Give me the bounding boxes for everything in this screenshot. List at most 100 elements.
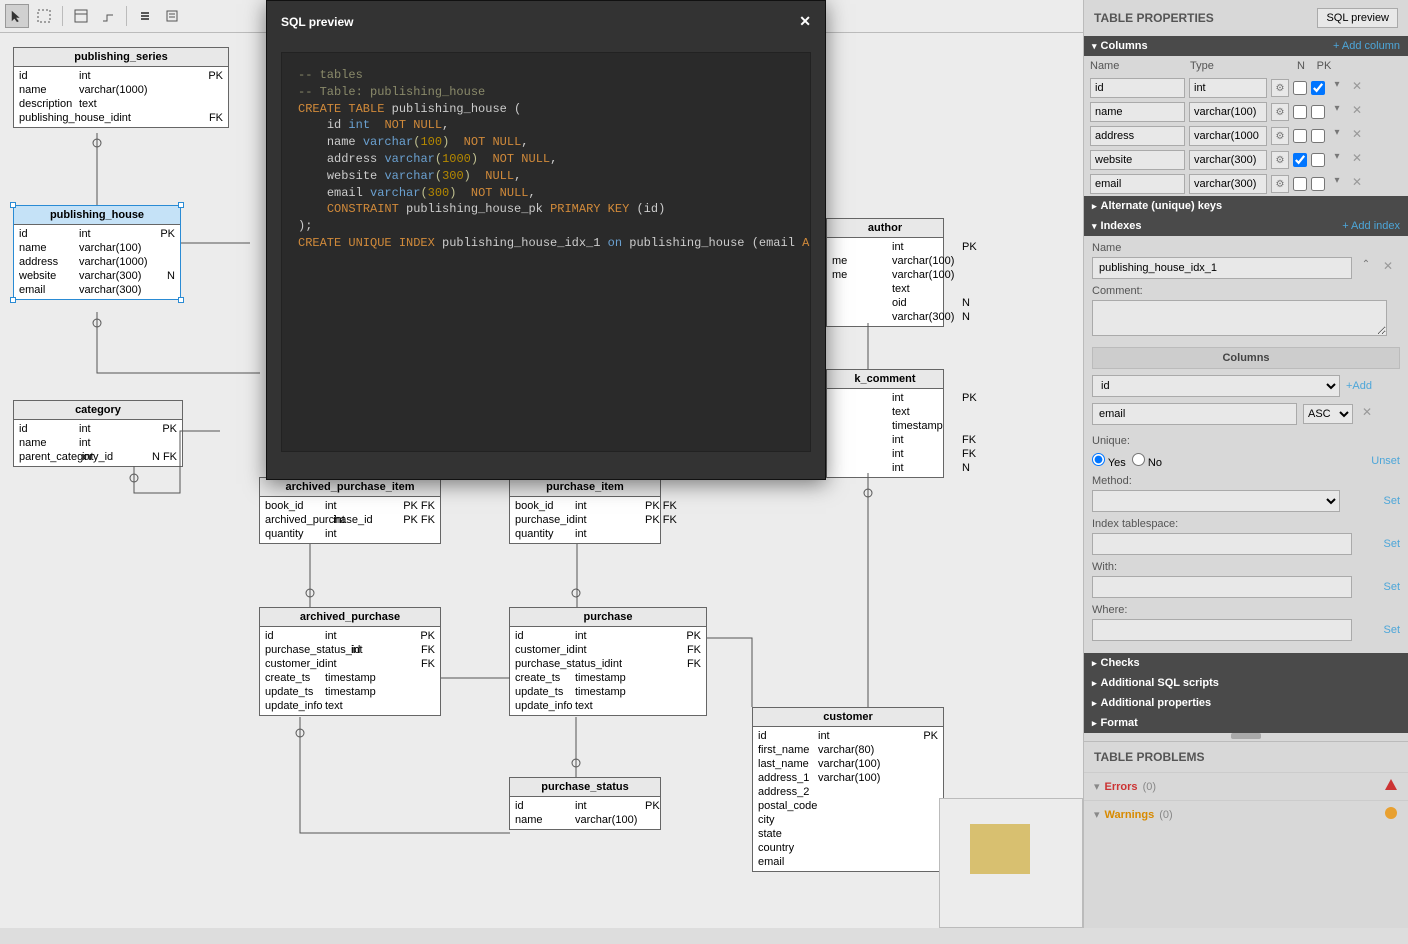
minimap[interactable] <box>939 798 1083 928</box>
delete-icon[interactable]: ✕ <box>1349 175 1365 193</box>
chevron-down-icon: ▾ <box>1092 221 1097 231</box>
section-checks[interactable]: ▸Checks <box>1084 653 1408 673</box>
set-link[interactable]: Set <box>1383 538 1400 550</box>
reorder-icon[interactable]: ▾ <box>1329 175 1345 193</box>
col-type-input[interactable] <box>1189 78 1267 98</box>
close-icon[interactable]: ✕ <box>799 13 811 30</box>
method-select[interactable] <box>1092 490 1340 512</box>
nullable-checkbox[interactable] <box>1293 105 1307 119</box>
tablespace-input[interactable] <box>1092 533 1352 555</box>
sort-order-select[interactable]: ASC <box>1303 404 1353 424</box>
delete-icon[interactable]: ✕ <box>1349 151 1365 169</box>
table-comment[interactable]: k_comment intPKtexttimestampintFKintFKin… <box>826 369 944 478</box>
reorder-icon[interactable]: ▾ <box>1329 151 1345 169</box>
gear-icon[interactable]: ⚙ <box>1271 127 1289 145</box>
column-row: ⚙ ▾✕ <box>1084 124 1408 148</box>
col-name-input[interactable] <box>1090 78 1185 98</box>
index-comment-input[interactable] <box>1092 300 1387 336</box>
gear-icon[interactable]: ⚙ <box>1271 151 1289 169</box>
table-archived-purchase-item[interactable]: archived_purchase_item book_idintPK FKar… <box>259 477 441 544</box>
resize-handle[interactable] <box>10 202 16 208</box>
col-name-input[interactable] <box>1090 126 1185 146</box>
set-link[interactable]: Set <box>1383 495 1400 507</box>
tool-table[interactable] <box>69 4 93 28</box>
nullable-checkbox[interactable] <box>1293 177 1307 191</box>
nullable-checkbox[interactable] <box>1293 153 1307 167</box>
table-category[interactable]: category idintPKnameintparent_category_i… <box>13 400 183 467</box>
gear-icon[interactable]: ⚙ <box>1271 103 1289 121</box>
table-publishing-house[interactable]: publishing_house idintPKnamevarchar(100)… <box>13 205 181 300</box>
section-format[interactable]: ▸Format <box>1084 713 1408 733</box>
table-purchase[interactable]: purchase idintPKcustomer_idintFKpurchase… <box>509 607 707 716</box>
gear-icon[interactable]: ⚙ <box>1271 79 1289 97</box>
delete-icon[interactable]: ✕ <box>1380 259 1396 277</box>
pk-checkbox[interactable] <box>1311 153 1325 167</box>
unique-yes-radio[interactable]: Yes <box>1092 453 1126 469</box>
collapse-icon[interactable]: ⌃ <box>1358 259 1374 277</box>
table-header: publishing_house <box>14 206 180 225</box>
nullable-checkbox[interactable] <box>1293 81 1307 95</box>
label: Name <box>1092 242 1400 254</box>
warnings-row[interactable]: ▾ Warnings (0) <box>1084 800 1408 828</box>
index-column-select[interactable]: id <box>1092 375 1340 397</box>
index-column-name[interactable] <box>1092 403 1297 425</box>
column-row: ⚙ ▾✕ <box>1084 172 1408 196</box>
col-name-input[interactable] <box>1090 150 1185 170</box>
with-input[interactable] <box>1092 576 1352 598</box>
reorder-icon[interactable]: ▾ <box>1329 79 1345 97</box>
modal-title: SQL preview <box>281 15 353 29</box>
reorder-icon[interactable]: ▾ <box>1329 127 1345 145</box>
table-archived-purchase[interactable]: archived_purchase idintPKpurchase_status… <box>259 607 441 716</box>
table-header: k_comment <box>827 370 943 389</box>
section-additional-props[interactable]: ▸Additional properties <box>1084 693 1408 713</box>
add-index-link[interactable]: + Add index <box>1342 220 1400 232</box>
table-publishing-series[interactable]: publishing_series idintPKnamevarchar(100… <box>13 47 229 128</box>
errors-row[interactable]: ▾ Errors (0) <box>1084 772 1408 800</box>
col-name-input[interactable] <box>1090 102 1185 122</box>
pk-checkbox[interactable] <box>1311 105 1325 119</box>
index-name-input[interactable] <box>1092 257 1352 279</box>
add-column-link[interactable]: + Add column <box>1333 40 1400 52</box>
col-type-input[interactable] <box>1189 150 1267 170</box>
resize-handle[interactable] <box>178 202 184 208</box>
section-indexes[interactable]: ▾Indexes + Add index <box>1084 216 1408 236</box>
table-purchase-status[interactable]: purchase_status idintPKnamevarchar(100) <box>509 777 661 830</box>
col-type-input[interactable] <box>1189 174 1267 194</box>
gear-icon[interactable]: ⚙ <box>1271 175 1289 193</box>
delete-icon[interactable]: ✕ <box>1359 405 1375 423</box>
tool-note[interactable] <box>160 4 184 28</box>
unset-link[interactable]: Unset <box>1371 455 1400 467</box>
tool-selection[interactable] <box>5 4 29 28</box>
reorder-icon[interactable]: ▾ <box>1329 103 1345 121</box>
table-body: book_idintPK FKarchived_purchase_idintPK… <box>260 497 440 543</box>
resize-handle[interactable] <box>178 297 184 303</box>
pk-checkbox[interactable] <box>1311 81 1325 95</box>
col-name-input[interactable] <box>1090 174 1185 194</box>
where-input[interactable] <box>1092 619 1352 641</box>
set-link[interactable]: Set <box>1383 581 1400 593</box>
pk-checkbox[interactable] <box>1311 129 1325 143</box>
pk-checkbox[interactable] <box>1311 177 1325 191</box>
section-columns[interactable]: ▾Columns + Add column <box>1084 36 1408 56</box>
tool-marquee[interactable] <box>32 4 56 28</box>
set-link[interactable]: Set <box>1383 624 1400 636</box>
section-additional-sql[interactable]: ▸Additional SQL scripts <box>1084 673 1408 693</box>
unique-no-radio[interactable]: No <box>1132 453 1162 469</box>
resize-handle[interactable] <box>10 297 16 303</box>
delete-icon[interactable]: ✕ <box>1349 127 1365 145</box>
table-author[interactable]: author intPKmevarchar(100)mevarchar(100)… <box>826 218 944 327</box>
col-type-input[interactable] <box>1189 126 1267 146</box>
nullable-checkbox[interactable] <box>1293 129 1307 143</box>
sql-code[interactable]: -- tables -- Table: publishing_house CRE… <box>281 52 811 452</box>
tool-line[interactable] <box>96 4 120 28</box>
resize-handle[interactable] <box>1231 733 1261 739</box>
add-index-column[interactable]: +Add <box>1346 380 1372 392</box>
table-purchase-item[interactable]: purchase_item book_idintPK FKpurchase_id… <box>509 477 661 544</box>
sql-preview-button[interactable]: SQL preview <box>1317 8 1398 28</box>
delete-icon[interactable]: ✕ <box>1349 79 1365 97</box>
col-type-input[interactable] <box>1189 102 1267 122</box>
tool-list[interactable] <box>133 4 157 28</box>
table-customer[interactable]: customer idintPKfirst_namevarchar(80)las… <box>752 707 944 872</box>
delete-icon[interactable]: ✕ <box>1349 103 1365 121</box>
section-alt-keys[interactable]: ▸Alternate (unique) keys <box>1084 196 1408 216</box>
